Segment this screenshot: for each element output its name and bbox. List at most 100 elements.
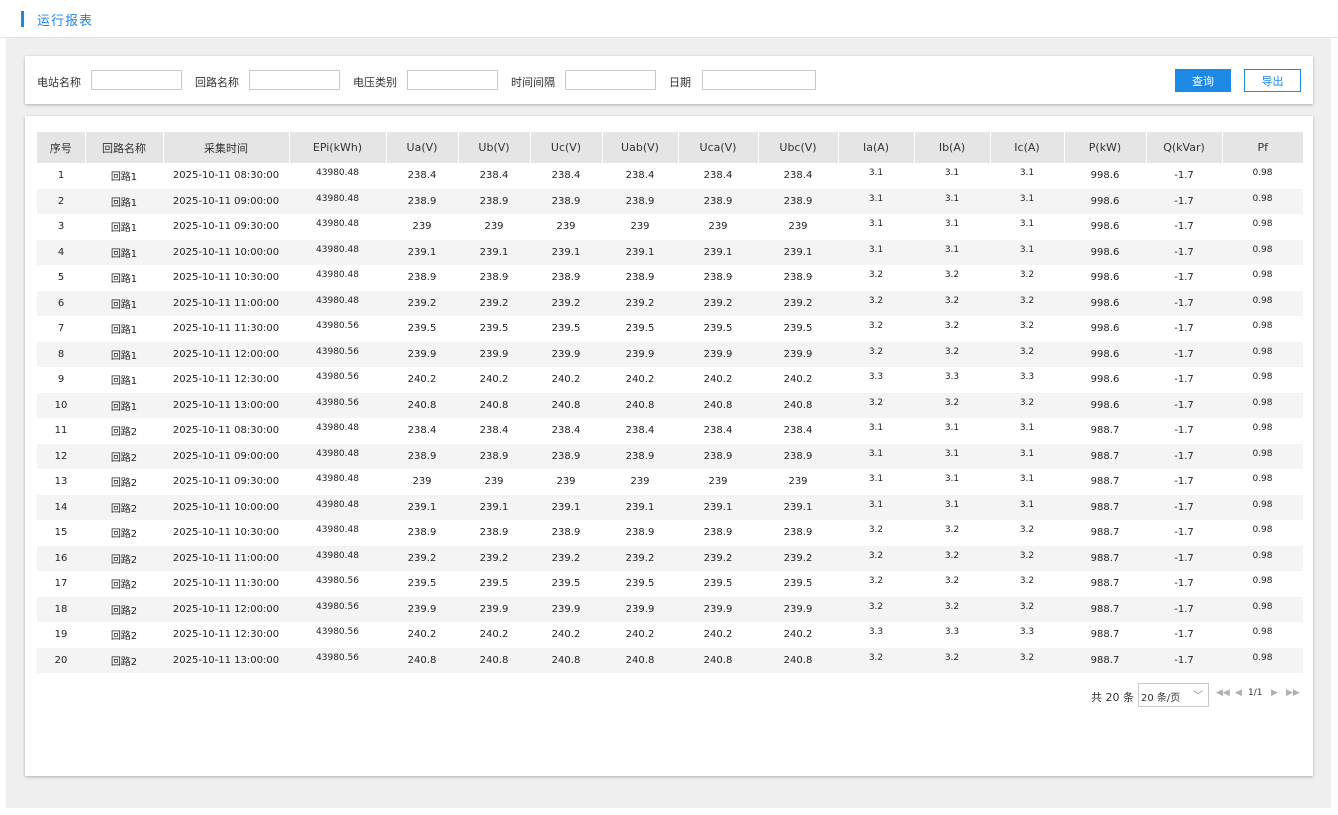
loop-name-input[interactable] <box>249 70 340 90</box>
table-cell: 回路2 <box>110 580 138 592</box>
table-cell: 240.2 <box>625 629 655 641</box>
table-cell: 3.2 <box>914 596 990 622</box>
table-cell: 43980.48 <box>289 545 386 571</box>
table-row[interactable]: 13 回路2 2025-10-11 09:30:00 43980.48 239 239 23… <box>37 469 1303 495</box>
table-cell: 988.7 <box>1064 596 1146 622</box>
table-cell: 回路2 <box>110 427 138 439</box>
page-header: 运行报表 <box>0 0 1338 38</box>
table-row[interactable]: 12 回路2 2025-10-11 09:00:00 43980.48 238.9 238… <box>37 443 1303 469</box>
column-header: P(kW) <box>1064 132 1147 163</box>
filter-panel: 电站名称 回路名称 电压类别 时间间隔 日期 查询 导出 <box>25 56 1313 104</box>
table-cell: 2025-10-11 12:00:00 <box>163 341 289 367</box>
column-header: Ic(A) <box>990 132 1065 163</box>
table-row[interactable]: 10 回路1 2025-10-11 13:00:00 43980.56 240.8 240… <box>37 392 1303 418</box>
table-row[interactable]: 4 回路1 2025-10-11 10:00:00 43980.48 239.1 239.… <box>37 239 1303 265</box>
table-row[interactable]: 16 回路2 2025-10-11 11:00:00 43980.48 239.2 239… <box>37 545 1303 571</box>
table-cell: 998.6 <box>1090 374 1120 386</box>
table-cell: 2025-10-11 10:00:00 <box>163 239 289 265</box>
next-page-icon[interactable]: ▶ <box>1271 688 1278 698</box>
table-cell: 238.9 <box>625 527 655 539</box>
station-name-input[interactable] <box>91 70 182 90</box>
table-cell: 238.9 <box>625 272 655 284</box>
table-cell: 2025-10-11 08:30:00 <box>172 425 280 437</box>
table-cell: 9 <box>57 374 65 386</box>
time-interval-input[interactable] <box>565 70 656 90</box>
table-cell: 239.5 <box>703 578 733 590</box>
export-button[interactable]: 导出 <box>1244 69 1301 92</box>
table-cell: 11 <box>54 425 68 437</box>
column-header: Ua(V) <box>386 132 459 163</box>
table-header-row: 序号 回路名称 采集时间 EPi(kWh) Ua(V) Ub(V) Uc(V) Uab(V) U… <box>37 132 1303 163</box>
table-cell: 7 <box>57 323 65 335</box>
table-cell: -1.7 <box>1146 290 1222 316</box>
date-input[interactable] <box>702 70 816 90</box>
table-row[interactable]: 5 回路1 2025-10-11 10:30:00 43980.48 238.9 238.… <box>37 265 1303 291</box>
voltage-type-input[interactable] <box>407 70 498 90</box>
table-cell: 43980.48 <box>316 525 359 535</box>
table-cell: 238.4 <box>407 170 437 182</box>
table-cell: 3.3 <box>944 627 960 637</box>
table-row[interactable]: 14 回路2 2025-10-11 10:00:00 43980.48 239.1 239… <box>37 494 1303 520</box>
table-cell: 239.9 <box>602 341 678 367</box>
table-cell: 238.9 <box>678 188 758 214</box>
table-row[interactable]: 9 回路1 2025-10-11 12:30:00 43980.56 240.2 240.… <box>37 367 1303 393</box>
table-cell: 3.3 <box>944 372 960 382</box>
table-cell: 239.1 <box>758 494 838 520</box>
table-row[interactable]: 15 回路2 2025-10-11 10:30:00 43980.48 238.9 238… <box>37 520 1303 546</box>
table-cell: 17 <box>54 578 68 590</box>
table-cell: 5 <box>57 272 65 284</box>
table-cell: 0.98 <box>1252 321 1273 331</box>
table-cell: 回路2 <box>85 596 163 622</box>
table-row[interactable]: 8 回路1 2025-10-11 12:00:00 43980.56 239.9 239.… <box>37 341 1303 367</box>
table-cell: 239.9 <box>458 596 530 622</box>
table-cell: 3.1 <box>914 494 990 520</box>
table-row[interactable]: 19 回路2 2025-10-11 12:30:00 43980.56 240.2 240… <box>37 622 1303 648</box>
last-page-icon[interactable]: ▶▶ <box>1286 688 1300 698</box>
table-row[interactable]: 3 回路1 2025-10-11 09:30:00 43980.48 239 239 239… <box>37 214 1303 240</box>
table-cell: 3.1 <box>868 219 884 229</box>
table-cell: -1.7 <box>1146 443 1222 469</box>
column-header: Ub(V) <box>458 132 531 163</box>
table-body: 1 回路1 2025-10-11 08:30:00 43980.48 238.4 238.… <box>37 163 1303 673</box>
table-cell: 240.2 <box>407 374 437 386</box>
table-cell: 回路1 <box>110 325 138 337</box>
table-cell: 3.1 <box>1019 219 1035 229</box>
table-cell: 240.2 <box>551 374 581 386</box>
table-cell: 239.2 <box>758 290 838 316</box>
table-cell: 988.7 <box>1090 629 1120 641</box>
table-cell: 238.9 <box>530 188 602 214</box>
table-row[interactable]: 11 回路2 2025-10-11 08:30:00 43980.48 238.4 238… <box>37 418 1303 444</box>
table-cell: 239.2 <box>530 545 602 571</box>
table-row[interactable]: 7 回路1 2025-10-11 11:30:00 43980.56 239.5 239.… <box>37 316 1303 342</box>
table-cell: 回路2 <box>85 443 163 469</box>
column-header: EPi(kWh) <box>289 132 387 163</box>
table-cell: 2025-10-11 12:30:00 <box>172 629 280 641</box>
table-row[interactable]: 18 回路2 2025-10-11 12:00:00 43980.56 239.9 239… <box>37 596 1303 622</box>
prev-page-icon[interactable]: ◀ <box>1235 688 1242 698</box>
table-cell: 0.98 <box>1222 443 1303 469</box>
table-cell: 988.7 <box>1064 494 1146 520</box>
table-cell: 0.98 <box>1252 423 1273 433</box>
table-cell: 20 <box>37 647 85 673</box>
table-row[interactable]: 1 回路1 2025-10-11 08:30:00 43980.48 238.4 238.… <box>37 163 1303 189</box>
first-page-icon[interactable]: ◀◀ <box>1216 688 1230 698</box>
station-name-label: 电站名称 <box>37 76 81 89</box>
table-row[interactable]: 6 回路1 2025-10-11 11:00:00 43980.48 239.2 239.… <box>37 290 1303 316</box>
table-cell: 12 <box>37 443 85 469</box>
page-size-select[interactable]: 20 条/页 ﹀ <box>1138 683 1209 707</box>
query-button[interactable]: 查询 <box>1175 69 1231 92</box>
table-row[interactable]: 2 回路1 2025-10-11 09:00:00 43980.48 238.9 238.… <box>37 188 1303 214</box>
table-cell: 0.98 <box>1252 372 1273 382</box>
table-cell: -1.7 <box>1174 425 1194 437</box>
table-cell: 3.2 <box>1019 525 1035 535</box>
table-row[interactable]: 17 回路2 2025-10-11 11:30:00 43980.56 239.5 239… <box>37 571 1303 597</box>
table-cell: 3.2 <box>914 341 990 367</box>
table-cell: 3.2 <box>838 596 914 622</box>
table-cell: 3.1 <box>838 494 914 520</box>
table-cell: 3.1 <box>944 168 960 178</box>
table-cell: 239.5 <box>479 578 509 590</box>
table-cell: 238.9 <box>386 443 458 469</box>
table-row[interactable]: 20 回路2 2025-10-11 13:00:00 43980.56 240.8 240… <box>37 647 1303 673</box>
table-cell: 2025-10-11 09:00:00 <box>163 188 289 214</box>
table-cell: 2025-10-11 09:00:00 <box>163 443 289 469</box>
